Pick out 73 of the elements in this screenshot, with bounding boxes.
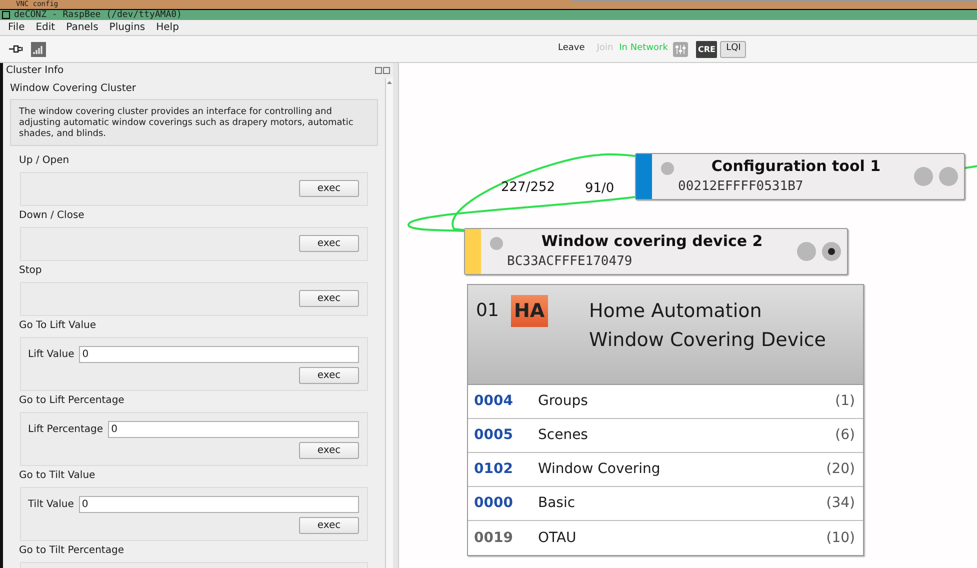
command-label: Go to Tilt Percentage (18, 544, 125, 558)
exec-button[interactable]: exec (299, 442, 359, 459)
leave-link[interactable]: Leave (558, 42, 585, 56)
attribute-count: (1) (835, 392, 855, 411)
input-field[interactable]: 0 (108, 421, 359, 438)
link-line (965, 165, 977, 169)
scrollbar[interactable] (385, 78, 393, 568)
command-label: Go to Tilt Value (18, 469, 96, 483)
link-label: 91/0 (585, 180, 614, 198)
exec-button[interactable]: exec (299, 517, 359, 534)
signal-icon[interactable] (31, 42, 46, 56)
command-label: Go To Lift Value (18, 319, 98, 333)
node-card[interactable]: Window covering device 2 BC33ACFFFE170479 (464, 228, 848, 275)
command-label: Down / Close (18, 209, 86, 223)
cluster-description: The window covering cluster provides an interface for controlling and adjusting automatic window coverings such as drapery motors, automatic shades, and blinds. (10, 99, 378, 146)
node-address: 00212EFFFF0531B7 (678, 178, 804, 196)
field-label: Tilt Value (28, 498, 74, 512)
device-type: Window Covering Device (589, 328, 826, 353)
cluster-name: OTAU (538, 528, 578, 548)
cluster-row[interactable]: 0000 Basic (34) (468, 487, 863, 521)
sliders-icon[interactable] (672, 42, 688, 56)
cluster-row[interactable]: 0102 Window Covering (20) (468, 453, 863, 487)
node-name: Configuration tool 1 (710, 156, 882, 177)
menu-item[interactable]: File (8, 20, 25, 35)
cluster-id: 0102 (474, 460, 514, 479)
cluster-id: 0000 (474, 494, 514, 513)
command-label: Go to Lift Percentage (18, 394, 126, 408)
scroll-up-icon[interactable] (387, 81, 392, 84)
profile-name: Home Automation (589, 299, 762, 324)
cluster-id: 0019 (474, 528, 514, 548)
attribute-count: (6) (835, 426, 855, 445)
panel-title: Cluster Info (6, 64, 64, 78)
field-label: Lift Value (28, 348, 74, 362)
link-label: 227/252 (501, 179, 556, 197)
cluster-name: Groups (538, 392, 589, 411)
lqi-button[interactable]: LQI (720, 40, 746, 58)
cre-badge[interactable]: CRE (696, 40, 718, 58)
endpoint-number: 01 (476, 299, 499, 323)
profile-badge: HA (511, 295, 548, 327)
cluster-row[interactable]: 0004 Groups (1) (468, 385, 863, 419)
exec-button[interactable]: exec (299, 180, 359, 197)
attribute-count: (20) (826, 460, 855, 479)
port-icon[interactable] (822, 242, 841, 261)
window-title: deCONZ - RaspBee (/dev/ttyAMA0) (14, 10, 182, 20)
exec-button[interactable]: exec (299, 290, 359, 307)
exec-button[interactable]: exec (299, 235, 359, 252)
menu-item[interactable]: Help (156, 20, 179, 35)
menu-item[interactable]: Panels (66, 20, 98, 35)
menu-item[interactable]: Plugins (109, 20, 146, 35)
command-label: Stop (18, 264, 43, 278)
field-label: Lift Percentage (28, 423, 104, 437)
attribute-count: (34) (826, 494, 855, 513)
attribute-count: (10) (826, 528, 855, 548)
cluster-name: Window Covering (538, 460, 662, 479)
cluster-name: Scenes (538, 426, 589, 445)
float-icon[interactable] (375, 67, 382, 74)
menu-item[interactable]: Edit (36, 20, 56, 35)
cluster-row[interactable]: 0019 OTAU (10) (468, 521, 863, 555)
close-icon[interactable] (383, 67, 390, 74)
cluster-row[interactable]: 0005 Scenes (6) (468, 419, 863, 453)
plug-icon[interactable] (9, 45, 23, 53)
exec-button[interactable]: exec (299, 367, 359, 384)
window-menu-icon[interactable] (2, 11, 10, 19)
cluster-id: 0004 (474, 392, 514, 411)
network-status: In Network (619, 42, 668, 56)
cluster-name: Basic (538, 494, 576, 513)
node-address: BC33ACFFFE170479 (507, 253, 632, 271)
node-name: Window covering device 2 (540, 231, 764, 252)
cluster-name: Window Covering Cluster (9, 82, 138, 94)
command-label: Up / Open (18, 154, 70, 168)
cluster-id: 0005 (474, 426, 514, 445)
input-field[interactable]: 0 (79, 346, 359, 363)
input-field[interactable]: 0 (78, 496, 359, 513)
